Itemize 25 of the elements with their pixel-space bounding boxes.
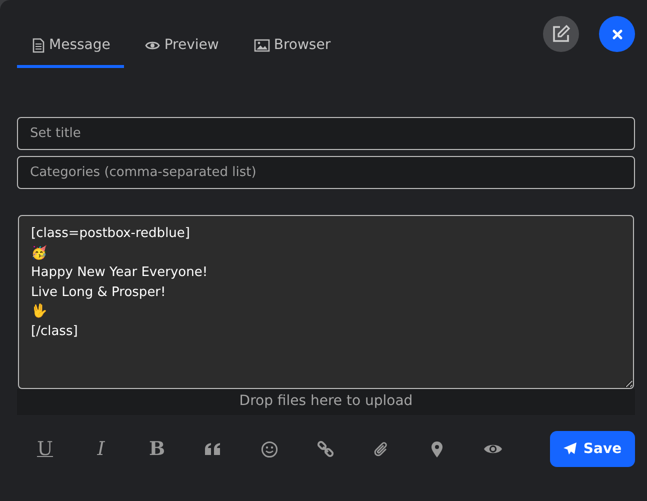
smiley-icon <box>260 440 278 458</box>
drop-zone[interactable]: Drop files here to upload <box>17 389 635 415</box>
pencil-square-icon <box>551 24 571 44</box>
underline-button[interactable]: U <box>17 431 73 467</box>
close-icon <box>612 28 622 40</box>
categories-field[interactable]: Categories (comma-separated list) <box>17 156 635 189</box>
bold-button[interactable]: B <box>129 431 185 467</box>
eye-icon <box>145 40 160 50</box>
title-field[interactable]: Set title <box>17 117 635 150</box>
link-icon <box>316 440 334 458</box>
tab[interactable]: Browser <box>238 37 345 68</box>
save-button[interactable]: Save <box>550 431 635 467</box>
message-textarea[interactable]: [class=postbox-redblue] 🥳 Happy New Year Everyone! Live Long & Prosper! 🖖 [/class] <box>18 215 634 389</box>
edit-button[interactable] <box>543 16 579 52</box>
tab[interactable]: Message <box>17 37 124 68</box>
image-icon <box>254 38 270 52</box>
document-icon <box>32 38 45 52</box>
tab[interactable]: Preview <box>130 37 233 68</box>
close-button[interactable] <box>599 16 635 52</box>
paper-plane-icon <box>563 442 578 456</box>
map-pin-icon <box>431 440 443 458</box>
quote-icon <box>204 442 222 456</box>
paperclip-icon <box>373 440 389 458</box>
italic-button[interactable]: I <box>73 431 129 467</box>
eye-icon <box>483 442 503 456</box>
